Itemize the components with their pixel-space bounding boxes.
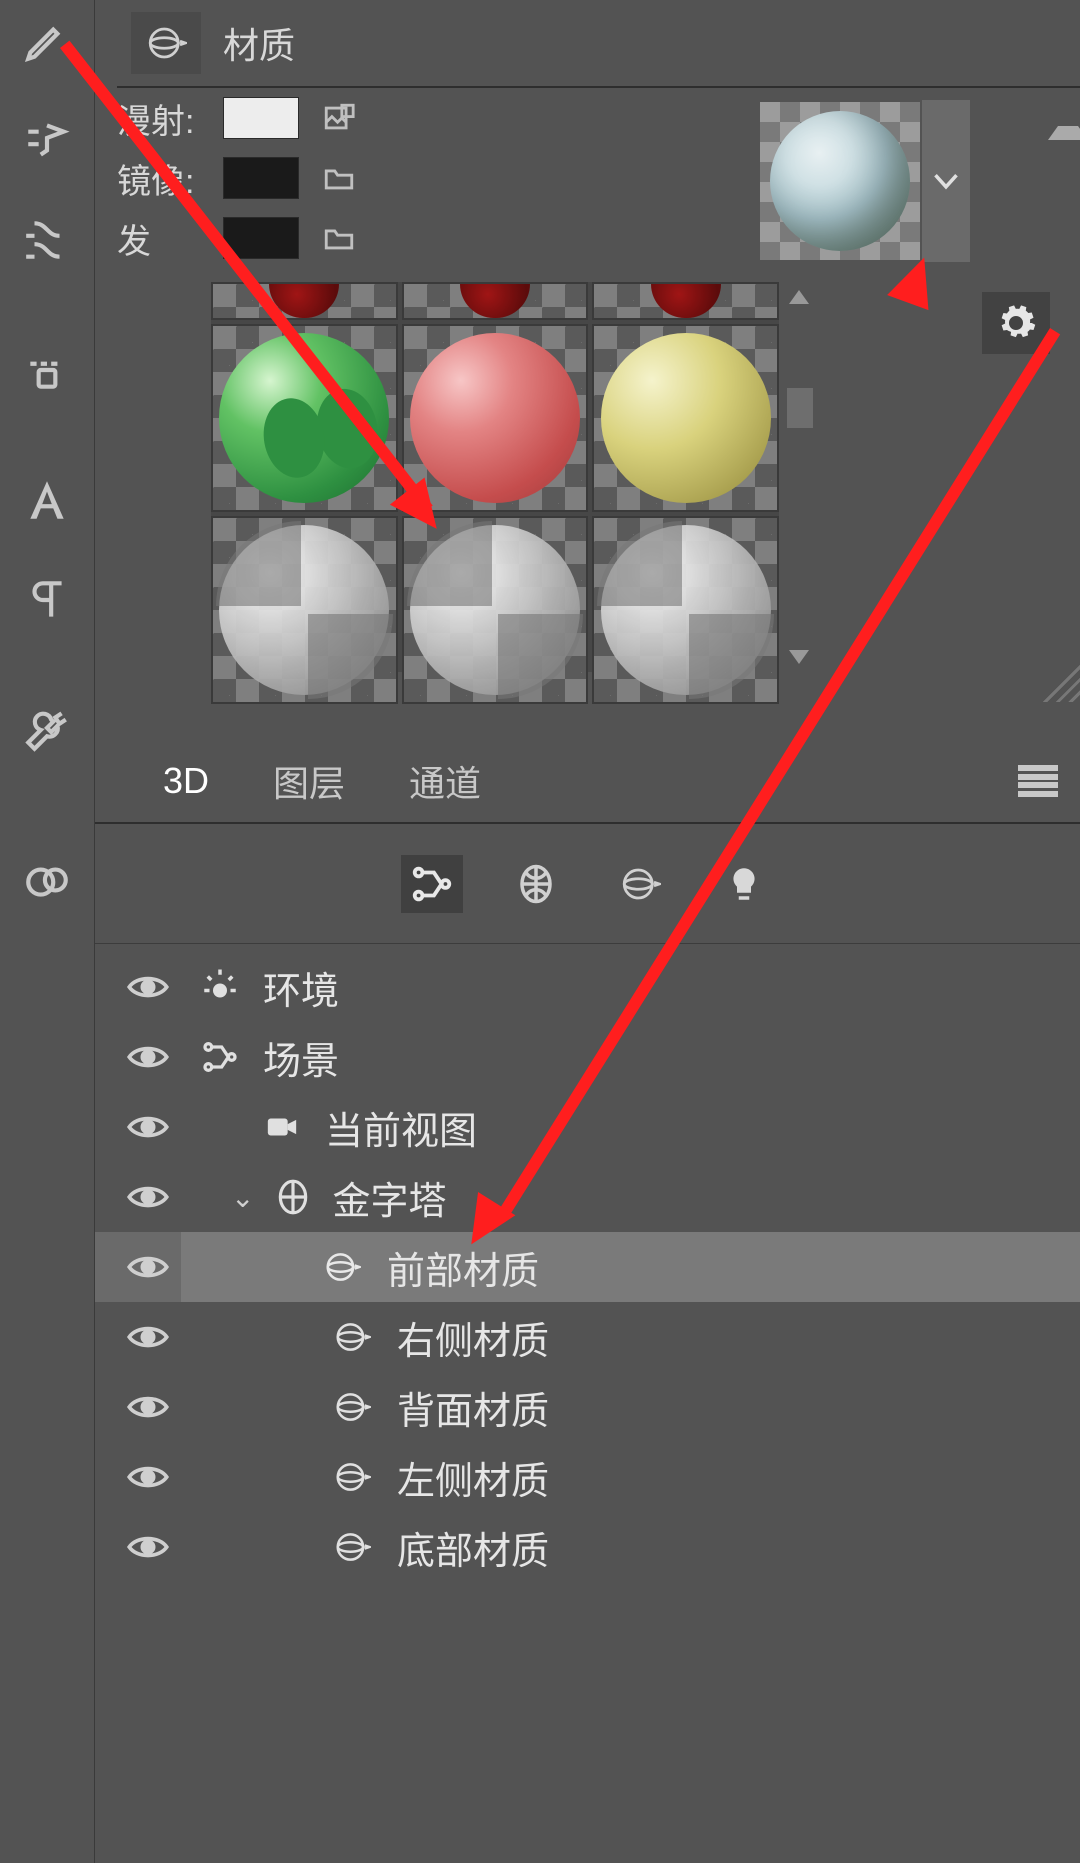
tree-front-material[interactable]: 前部材质 (95, 1232, 1080, 1302)
material-icon (331, 1526, 373, 1568)
tree-label: 前部材质 (387, 1240, 539, 1295)
panel-tabs: 3D 图层 通道 (95, 740, 1080, 824)
tree-right-material[interactable]: 右侧材质 (95, 1302, 1080, 1372)
tree-pyramid[interactable]: ⌄ 金字塔 (95, 1162, 1080, 1232)
mirror-folder-icon[interactable] (317, 158, 361, 198)
preset-item[interactable] (211, 282, 398, 320)
tool-clone-source[interactable] (17, 340, 77, 400)
tree-back-material[interactable]: 背面材质 (95, 1372, 1080, 1442)
tree-label: 当前视图 (325, 1100, 477, 1155)
mesh-icon (272, 1176, 314, 1218)
tool-brush-preset[interactable] (17, 210, 77, 270)
tree-label: 背面材质 (397, 1380, 549, 1435)
preset-item[interactable] (592, 516, 779, 704)
creative-cloud-icon[interactable] (17, 850, 77, 910)
visibility-icon[interactable] (125, 1182, 171, 1212)
material-preset-dropdown[interactable] (922, 100, 970, 262)
tab-layers[interactable]: 图层 (241, 735, 377, 827)
materials-title: 材质 (223, 17, 295, 69)
chevron-down-icon[interactable]: ⌄ (231, 1181, 254, 1214)
preview-sphere-icon (770, 111, 910, 251)
mirror-swatch[interactable] (223, 157, 299, 199)
filter-row (95, 824, 1080, 944)
tree-label: 场景 (263, 1030, 339, 1085)
tab-3d[interactable]: 3D (131, 740, 241, 822)
material-icon (321, 1246, 363, 1288)
diffuse-swatch[interactable] (223, 97, 299, 139)
tree-label: 底部材质 (397, 1520, 549, 1575)
scene-tree-icon (199, 1036, 241, 1078)
visibility-icon[interactable] (125, 972, 171, 1002)
glow-folder-icon[interactable] (317, 218, 361, 258)
environment-icon (199, 966, 241, 1008)
filter-scene-button[interactable] (401, 855, 463, 913)
camera-icon (261, 1106, 303, 1148)
tree-bottom-material[interactable]: 底部材质 (95, 1512, 1080, 1582)
material-icon (331, 1316, 373, 1358)
tree-label: 金字塔 (332, 1170, 446, 1225)
tree-label: 左侧材质 (397, 1450, 549, 1505)
glow-label: 发 (117, 214, 205, 263)
preset-item[interactable] (402, 282, 589, 320)
panel-menu-button[interactable] (1018, 765, 1058, 797)
materials-panel: 材质 漫射: 镜像: 发 (117, 0, 1080, 700)
material-preview[interactable] (760, 102, 920, 260)
visibility-icon[interactable] (125, 1532, 171, 1562)
diffuse-texture-icon[interactable] (317, 98, 361, 138)
material-icon (331, 1386, 373, 1428)
tab-channels[interactable]: 通道 (377, 735, 513, 827)
preset-item[interactable] (592, 282, 779, 320)
materials-icon[interactable] (131, 12, 201, 74)
tree-label: 环境 (263, 960, 339, 1015)
visibility-icon[interactable] (125, 1042, 171, 1072)
visibility-icon[interactable] (125, 1112, 171, 1142)
filter-materials-button[interactable] (609, 855, 671, 913)
left-toolbar (0, 0, 95, 1863)
tree-current-view[interactable]: 当前视图 (95, 1092, 1080, 1162)
materials-header: 材质 (117, 0, 1080, 86)
preset-item[interactable] (211, 516, 398, 704)
tree-label: 右侧材质 (397, 1310, 549, 1365)
visibility-icon[interactable] (125, 1252, 171, 1282)
tool-wrench[interactable] (17, 700, 77, 760)
tool-paragraph[interactable] (17, 570, 77, 630)
visibility-icon[interactable] (125, 1462, 171, 1492)
tree-environment[interactable]: 环境 (95, 952, 1080, 1022)
preset-item[interactable] (592, 324, 779, 512)
visibility-icon[interactable] (125, 1322, 171, 1352)
filter-mesh-button[interactable] (505, 855, 567, 913)
panel-scrollbar[interactable] (1040, 104, 1080, 694)
presets-scrollbar[interactable] (781, 282, 819, 672)
panel-3d: 3D 图层 通道 环境 场景 (95, 740, 1080, 1863)
panel-resize-grip[interactable] (1036, 658, 1080, 702)
visibility-icon[interactable] (125, 1392, 171, 1422)
tree-left-material[interactable]: 左侧材质 (95, 1442, 1080, 1512)
material-icon (331, 1456, 373, 1498)
preset-item[interactable] (402, 516, 589, 704)
tool-brush-settings[interactable] (17, 110, 77, 170)
tool-character[interactable] (17, 470, 77, 530)
scene-tree: 环境 场景 当前视图 ⌄ 金字塔 (95, 944, 1080, 1582)
